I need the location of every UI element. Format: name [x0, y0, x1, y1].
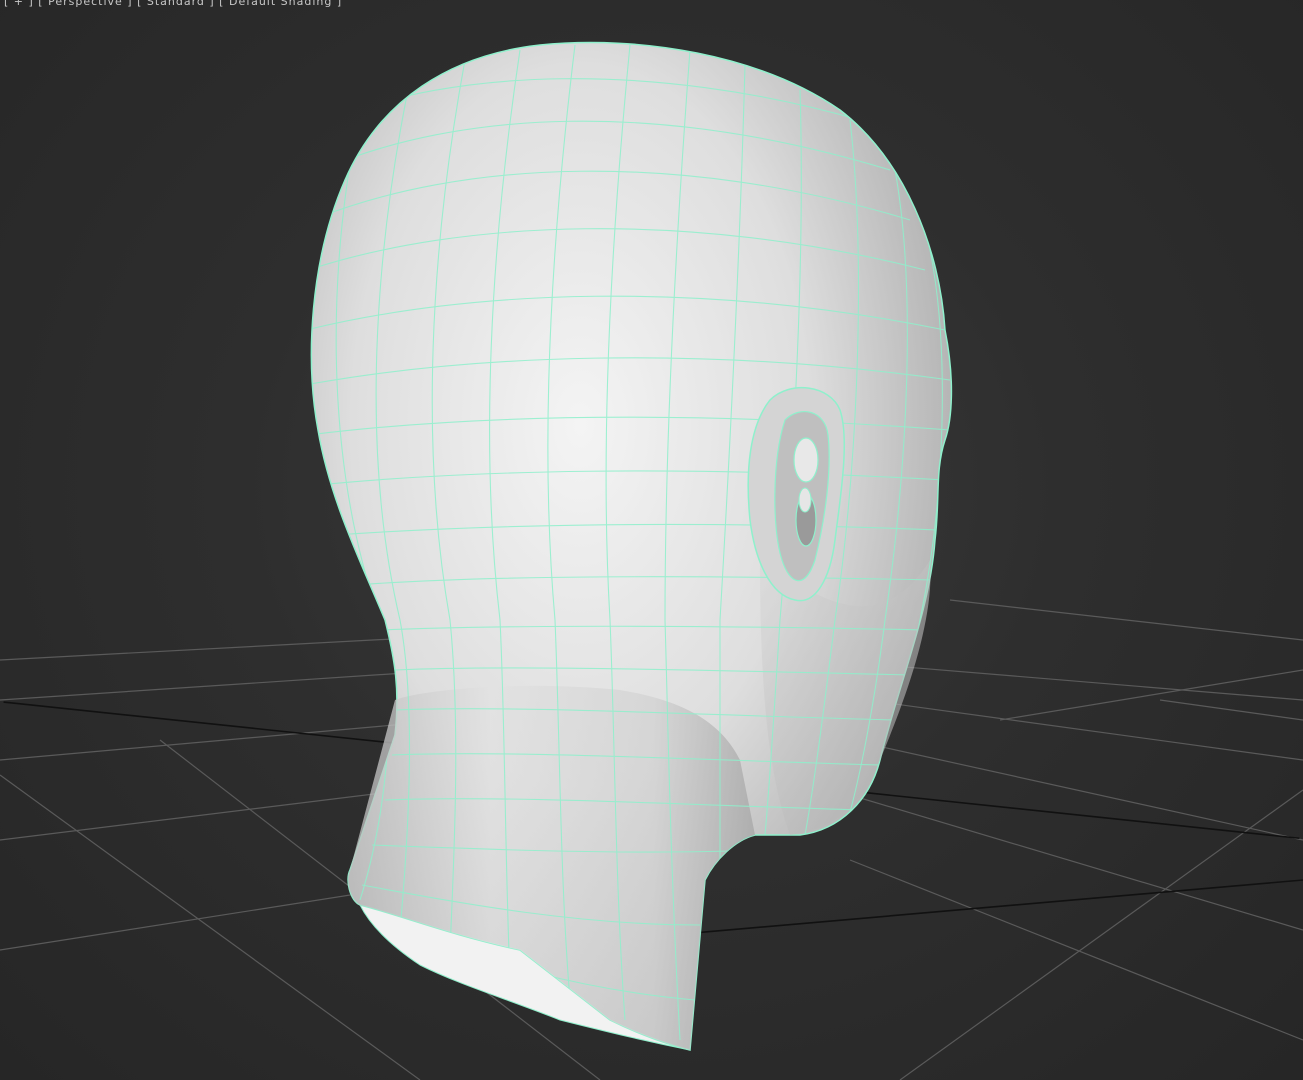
viewport-scene[interactable]	[0, 0, 1303, 1080]
3d-viewport[interactable]: [ + ] [ Perspective ] [ Standard ] [ Def…	[0, 0, 1303, 1080]
head-mesh	[310, 41, 953, 1051]
